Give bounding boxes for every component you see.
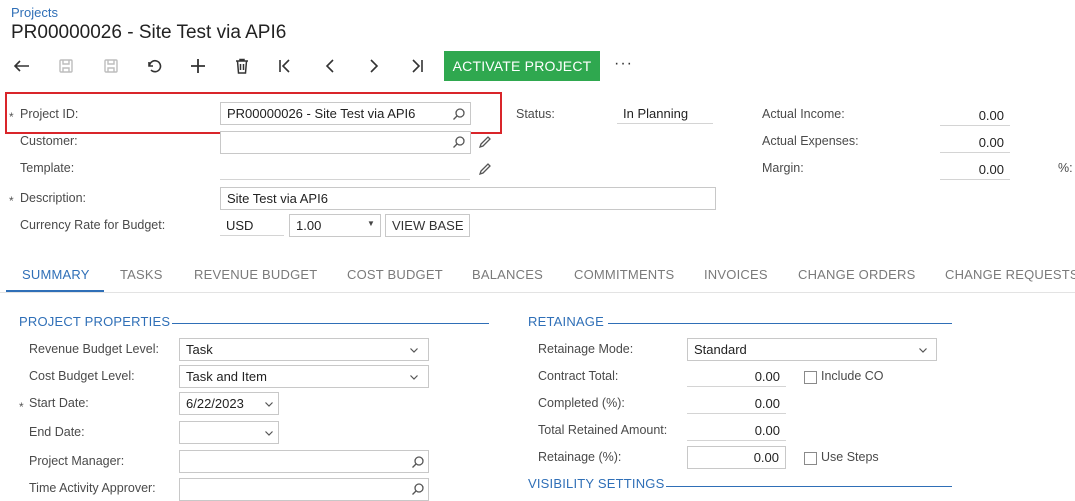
completed-percent-value: 0.00 — [687, 394, 786, 414]
first-record-icon[interactable] — [272, 53, 298, 79]
customer-label: Customer: — [20, 134, 78, 148]
include-co-label: Include CO — [821, 369, 884, 383]
use-steps-label: Use Steps — [821, 450, 879, 464]
revenue-budget-level-label: Revenue Budget Level: — [29, 342, 159, 356]
cost-budget-level-label: Cost Budget Level: — [29, 369, 135, 383]
previous-record-icon[interactable] — [317, 53, 343, 79]
margin-label: Margin: — [762, 161, 804, 175]
chevron-down-icon[interactable] — [261, 425, 277, 441]
customer-input[interactable] — [220, 131, 471, 154]
undo-icon[interactable] — [141, 53, 167, 79]
edit-customer-icon[interactable] — [477, 134, 493, 150]
save-icon[interactable] — [98, 53, 124, 79]
tab-summary[interactable]: SUMMARY — [22, 267, 90, 282]
edit-template-icon[interactable] — [477, 161, 493, 177]
chevron-down-icon — [406, 342, 422, 358]
total-retained-amount-label: Total Retained Amount: — [538, 423, 668, 437]
back-icon[interactable] — [9, 53, 35, 79]
actual-income-value: 0.00 — [940, 106, 1010, 126]
tab-change-orders[interactable]: CHANGE ORDERS — [798, 267, 915, 282]
required-mark: * — [9, 194, 14, 208]
description-label: Description: — [20, 191, 86, 205]
end-date-label: End Date: — [29, 425, 85, 439]
view-base-button[interactable]: VIEW BASE — [385, 214, 470, 237]
more-actions-icon[interactable]: ··· — [614, 55, 633, 73]
time-activity-approver-input[interactable] — [179, 478, 429, 501]
actual-income-label: Actual Income: — [762, 107, 845, 121]
contract-total-value: 0.00 — [687, 367, 786, 387]
caret-down-icon: ▼ — [367, 219, 375, 228]
add-icon[interactable] — [185, 53, 211, 79]
completed-percent-label: Completed (%): — [538, 396, 625, 410]
cost-budget-level-select[interactable]: Task and Item — [179, 365, 429, 388]
start-date-label: Start Date: — [29, 396, 89, 410]
save-and-close-icon[interactable] — [53, 53, 79, 79]
chevron-down-icon[interactable] — [261, 396, 277, 412]
revenue-budget-level-select[interactable]: Task — [179, 338, 429, 361]
page-title: PR00000026 - Site Test via API6 — [11, 22, 287, 43]
search-icon[interactable] — [410, 454, 426, 470]
currency-rate-label: Currency Rate for Budget: — [20, 218, 166, 232]
currency-field: USD — [220, 216, 284, 236]
tab-revenue-budget[interactable]: REVENUE BUDGET — [194, 267, 317, 282]
section-line — [608, 323, 952, 324]
tab-invoices[interactable]: INVOICES — [704, 267, 768, 282]
search-icon[interactable] — [451, 134, 467, 150]
section-line — [666, 486, 952, 487]
search-icon[interactable] — [410, 481, 426, 497]
retainage-mode-select[interactable]: Standard — [687, 338, 937, 361]
actual-expenses-label: Actual Expenses: — [762, 134, 859, 148]
project-properties-title: PROJECT PROPERTIES — [19, 314, 171, 329]
chevron-down-icon — [406, 369, 422, 385]
total-retained-amount-value: 0.00 — [687, 421, 786, 441]
required-mark: * — [19, 400, 24, 414]
retainage-title: RETAINAGE — [528, 314, 604, 329]
next-record-icon[interactable] — [361, 53, 387, 79]
chevron-down-icon — [915, 342, 931, 358]
visibility-settings-title: VISIBILITY SETTINGS — [528, 476, 665, 491]
template-field[interactable] — [220, 160, 470, 180]
contract-total-label: Contract Total: — [538, 369, 619, 383]
project-manager-label: Project Manager: — [29, 454, 125, 468]
margin-percent-label: %: — [1058, 161, 1073, 175]
use-steps-checkbox[interactable] — [804, 452, 817, 465]
include-co-checkbox[interactable] — [804, 371, 817, 384]
retainage-percent-input[interactable]: 0.00 — [687, 446, 786, 469]
retainage-percent-label: Retainage (%): — [538, 450, 622, 464]
tab-tasks[interactable]: TASKS — [120, 267, 163, 282]
breadcrumb-projects[interactable]: Projects — [11, 5, 58, 20]
actual-expenses-value: 0.00 — [940, 133, 1010, 153]
tab-commitments[interactable]: COMMITMENTS — [574, 267, 674, 282]
retainage-mode-label: Retainage Mode: — [538, 342, 634, 356]
section-line — [172, 323, 489, 324]
project-manager-input[interactable] — [179, 450, 429, 473]
activate-project-button[interactable]: ACTIVATE PROJECT — [444, 51, 600, 81]
status-label: Status: — [516, 107, 555, 121]
template-label: Template: — [20, 161, 75, 175]
last-record-icon[interactable] — [404, 53, 430, 79]
status-value: In Planning — [617, 104, 713, 124]
tabs-divider — [0, 292, 1075, 293]
project-id-highlight — [5, 92, 502, 134]
tab-change-requests[interactable]: CHANGE REQUESTS — [945, 267, 1075, 282]
margin-value: 0.00 — [940, 160, 1010, 180]
tab-balances[interactable]: BALANCES — [472, 267, 543, 282]
description-input[interactable]: Site Test via API6 — [220, 187, 716, 210]
delete-icon[interactable] — [229, 53, 255, 79]
tab-cost-budget[interactable]: COST BUDGET — [347, 267, 443, 282]
